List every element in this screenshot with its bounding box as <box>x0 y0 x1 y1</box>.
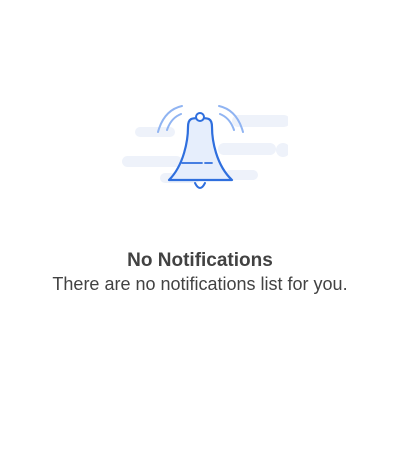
empty-state-message: There are no notifications list for you. <box>52 274 348 294</box>
empty-notifications-state: No Notifications There are no notificati… <box>0 0 400 474</box>
empty-state-title: No Notifications <box>127 250 273 271</box>
bell-ringing-icon <box>122 105 288 189</box>
